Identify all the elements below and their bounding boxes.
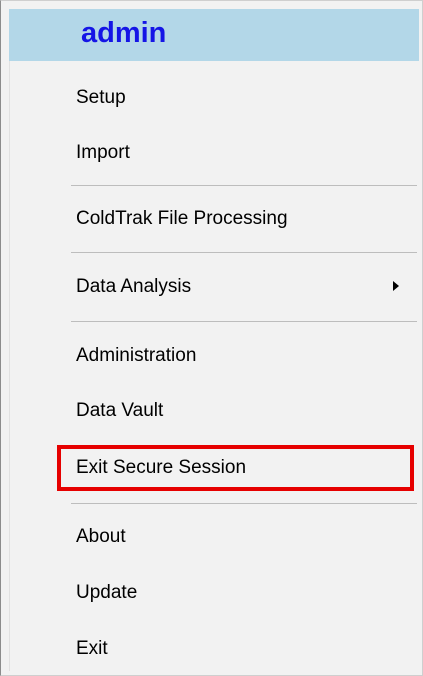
highlight-annotation-box (57, 445, 414, 491)
menu-item-label: Administration (76, 345, 197, 366)
menu-item-data-vault[interactable]: Data Vault (55, 387, 417, 435)
context-menu: admin Setup Import ColdTrak File Process… (0, 0, 423, 676)
chevron-right-icon (393, 281, 399, 291)
menu-separator (71, 321, 417, 322)
menu-item-import[interactable]: Import (55, 129, 417, 177)
menu-separator (71, 503, 417, 504)
menu-item-about[interactable]: About (55, 513, 417, 561)
menu-item-label: Import (76, 142, 130, 163)
menu-separator (71, 185, 417, 186)
menu-separator (71, 252, 417, 253)
menu-item-label: About (76, 526, 126, 547)
menu-item-exit[interactable]: Exit (55, 625, 417, 673)
menu-item-update[interactable]: Update (55, 569, 417, 617)
menu-item-coldtrak-file-processing[interactable]: ColdTrak File Processing (55, 195, 417, 243)
menu-header: admin (9, 9, 419, 61)
menu-item-label: Update (76, 582, 138, 603)
menu-item-label: Data Vault (76, 400, 164, 421)
menu-item-label: Exit (76, 638, 108, 659)
menu-item-label: Setup (76, 87, 126, 108)
user-name-label: admin (81, 17, 167, 49)
menu-gutter-divider (9, 61, 10, 671)
menu-item-setup[interactable]: Setup (55, 74, 417, 122)
menu-item-label: Data Analysis (76, 276, 192, 297)
menu-item-administration[interactable]: Administration (55, 332, 417, 380)
menu-item-label: ColdTrak File Processing (76, 208, 288, 229)
menu-item-data-analysis[interactable]: Data Analysis (55, 263, 417, 311)
